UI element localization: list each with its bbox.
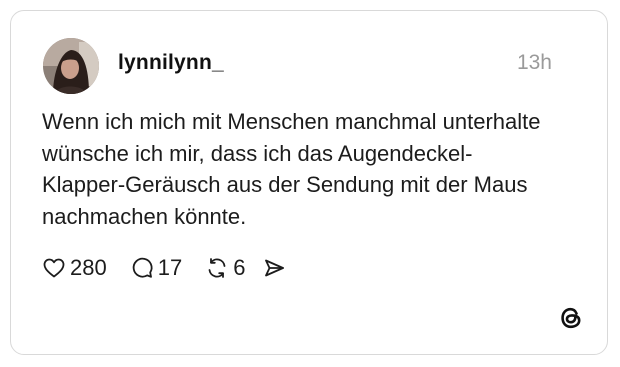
repost-count: 6 bbox=[233, 255, 246, 280]
avatar[interactable] bbox=[43, 38, 99, 94]
repost-icon bbox=[204, 255, 230, 281]
username[interactable]: lynnilynn_ bbox=[118, 51, 224, 75]
like-count: 280 bbox=[70, 255, 107, 280]
repost-button[interactable]: 6 bbox=[204, 255, 245, 281]
like-button[interactable]: 280 bbox=[41, 255, 107, 281]
reply-count: 17 bbox=[157, 255, 183, 280]
heart-icon bbox=[41, 255, 67, 281]
threads-logo-icon[interactable] bbox=[557, 304, 585, 332]
action-bar: 280 17 6 bbox=[41, 253, 287, 283]
send-icon bbox=[261, 255, 287, 281]
avatar-image bbox=[43, 38, 99, 94]
post-timestamp: 13h bbox=[516, 51, 552, 74]
comment-icon bbox=[129, 255, 155, 281]
post-text: Wenn ich mich mit Menschen manchmal unte… bbox=[42, 109, 541, 229]
reply-button[interactable]: 17 bbox=[129, 255, 182, 281]
share-button[interactable] bbox=[261, 255, 287, 281]
post-card[interactable]: lynnilynn_ 13h Wenn ich mich mit Mensche… bbox=[10, 10, 608, 355]
